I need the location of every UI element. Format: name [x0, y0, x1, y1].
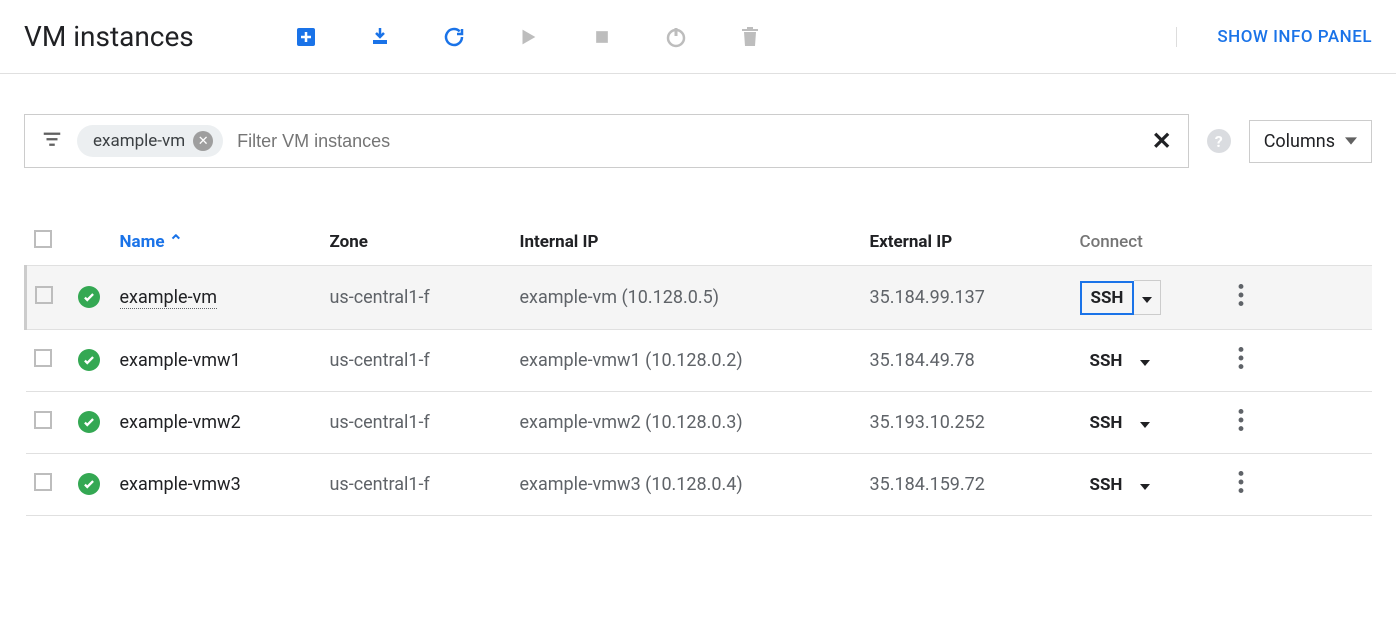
- page-title: VM instances: [24, 20, 194, 53]
- filter-chip: example-vm ✕: [77, 125, 223, 157]
- row-checkbox[interactable]: [34, 349, 52, 367]
- vm-name-link[interactable]: example-vm: [120, 287, 218, 309]
- filter-box[interactable]: example-vm ✕ ✕: [24, 114, 1189, 168]
- vm-zone: us-central1-f: [322, 392, 512, 454]
- ssh-button[interactable]: SSH: [1080, 469, 1133, 501]
- toolbar: [294, 25, 762, 49]
- vm-external-ip: 35.184.49.78: [862, 330, 1072, 392]
- filter-row: example-vm ✕ ✕ ? Columns: [24, 114, 1372, 168]
- stop-button[interactable]: [590, 25, 614, 49]
- vm-name-link[interactable]: example-vmw3: [120, 474, 241, 495]
- select-all-checkbox[interactable]: [34, 230, 52, 248]
- sort-asc-icon: ⌃: [169, 232, 183, 252]
- chip-remove-icon[interactable]: ✕: [193, 131, 213, 151]
- vm-internal-ip: example-vmw3 (10.128.0.4): [512, 454, 862, 516]
- refresh-button[interactable]: [442, 25, 466, 49]
- table-row: example-vmw3 us-central1-f example-vmw3 …: [26, 454, 1373, 516]
- show-info-panel-button[interactable]: SHOW INFO PANEL: [1176, 27, 1372, 47]
- vm-zone: us-central1-f: [322, 454, 512, 516]
- vm-name-link[interactable]: example-vmw1: [120, 350, 241, 371]
- vm-table: Name ⌃ Zone Internal IP External IP Conn…: [24, 218, 1372, 516]
- column-name[interactable]: Name ⌃: [112, 218, 322, 266]
- help-icon[interactable]: ?: [1207, 129, 1231, 153]
- vm-zone: us-central1-f: [322, 330, 512, 392]
- ssh-dropdown[interactable]: [1132, 344, 1158, 377]
- vm-zone: us-central1-f: [322, 266, 512, 330]
- ssh-dropdown[interactable]: [1132, 406, 1158, 439]
- content: example-vm ✕ ✕ ? Columns Name ⌃ Zone Int…: [0, 74, 1396, 516]
- vm-external-ip: 35.184.159.72: [862, 454, 1072, 516]
- filter-icon: [41, 128, 63, 154]
- vm-internal-ip: example-vmw2 (10.128.0.3): [512, 392, 862, 454]
- header: VM instances SHOW INFO PANEL: [0, 0, 1396, 74]
- clear-filter-icon[interactable]: ✕: [1152, 127, 1172, 155]
- create-instance-button[interactable]: [294, 25, 318, 49]
- table-row: example-vmw1 us-central1-f example-vmw1 …: [26, 330, 1373, 392]
- ssh-dropdown[interactable]: [1132, 468, 1158, 501]
- column-zone[interactable]: Zone: [322, 218, 512, 266]
- filter-input[interactable]: [237, 131, 1137, 152]
- more-actions-button[interactable]: [1230, 415, 1252, 436]
- start-button[interactable]: [516, 25, 540, 49]
- vm-name-link[interactable]: example-vmw2: [120, 412, 241, 433]
- table-row: example-vmw2 us-central1-f example-vmw2 …: [26, 392, 1373, 454]
- vm-external-ip: 35.184.99.137: [862, 266, 1072, 330]
- more-actions-button[interactable]: [1230, 353, 1252, 374]
- vm-internal-ip: example-vm (10.128.0.5): [512, 266, 862, 330]
- column-internal-ip[interactable]: Internal IP: [512, 218, 862, 266]
- status-running-icon: [78, 349, 100, 371]
- more-actions-button[interactable]: [1230, 477, 1252, 498]
- reset-button[interactable]: [664, 25, 688, 49]
- ssh-button[interactable]: SSH: [1080, 407, 1133, 439]
- status-running-icon: [78, 411, 100, 433]
- vm-external-ip: 35.193.10.252: [862, 392, 1072, 454]
- status-running-icon: [78, 473, 100, 495]
- vm-internal-ip: example-vmw1 (10.128.0.2): [512, 330, 862, 392]
- table-row: example-vm us-central1-f example-vm (10.…: [26, 266, 1373, 330]
- row-checkbox[interactable]: [34, 473, 52, 491]
- column-connect: Connect: [1072, 218, 1222, 266]
- more-actions-button[interactable]: [1230, 290, 1252, 311]
- status-running-icon: [78, 286, 100, 308]
- columns-label: Columns: [1264, 131, 1335, 152]
- import-button[interactable]: [368, 25, 392, 49]
- filter-chip-label: example-vm: [93, 131, 185, 151]
- row-checkbox[interactable]: [35, 286, 53, 304]
- ssh-button[interactable]: SSH: [1080, 281, 1135, 315]
- ssh-button[interactable]: SSH: [1080, 345, 1133, 377]
- ssh-dropdown[interactable]: [1134, 280, 1161, 315]
- columns-button[interactable]: Columns: [1249, 120, 1372, 163]
- row-checkbox[interactable]: [34, 411, 52, 429]
- column-external-ip[interactable]: External IP: [862, 218, 1072, 266]
- delete-button[interactable]: [738, 25, 762, 49]
- chevron-down-icon: [1345, 135, 1357, 147]
